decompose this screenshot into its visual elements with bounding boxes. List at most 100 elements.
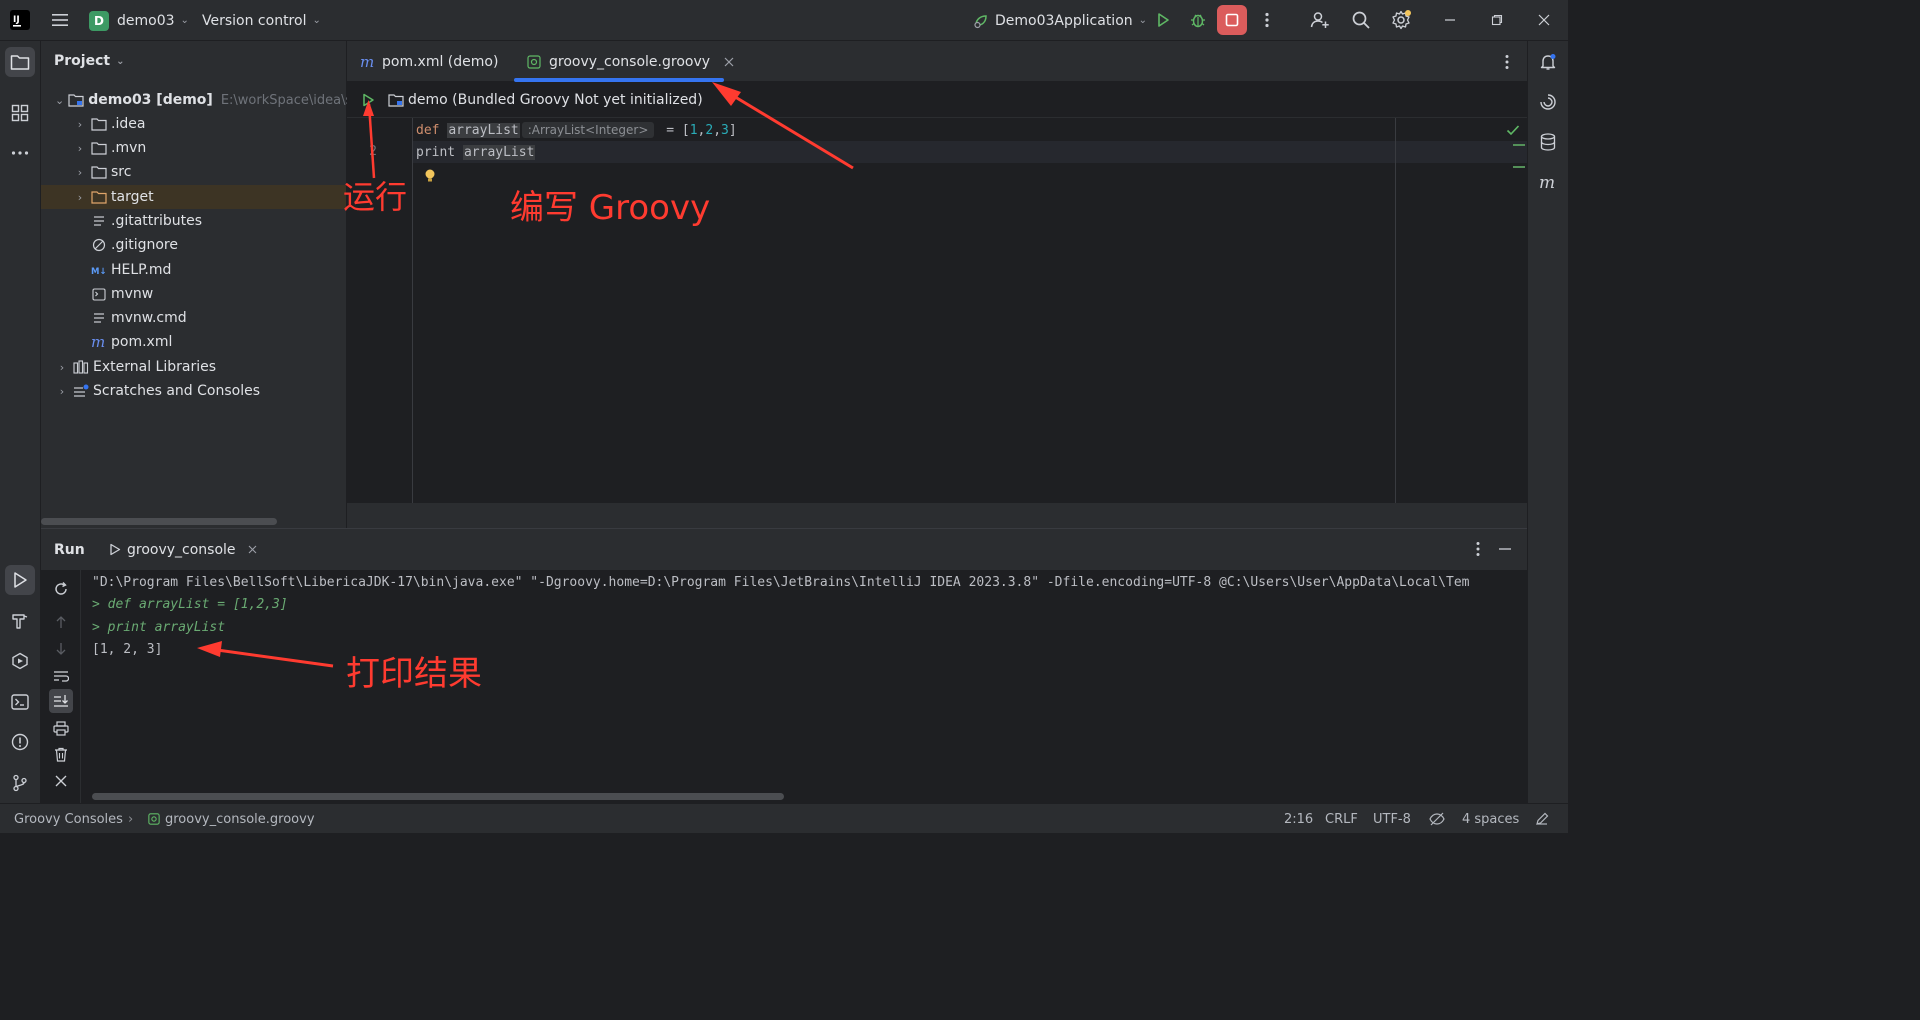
module-selector[interactable]: demo (Bundled Groovy Not yet initialized… (388, 82, 703, 118)
run-config-name: Demo03Application (995, 12, 1133, 29)
settings-gear-icon[interactable] (1387, 6, 1415, 34)
version-control-menu[interactable]: Version control ⌄ (202, 0, 321, 41)
tree-item-label: .gitattributes (111, 213, 203, 229)
run-panel-more-icon[interactable] (1464, 535, 1492, 563)
run-script-button[interactable] (354, 86, 382, 114)
tree-item-gitattributes[interactable]: .gitattributes (41, 209, 346, 233)
chevron-right-icon[interactable]: › (55, 385, 69, 398)
scroll-up-icon[interactable] (49, 610, 73, 634)
read-only-toggle-icon[interactable] (1535, 804, 1549, 834)
more-actions-icon[interactable] (1253, 6, 1281, 34)
close-tab-icon[interactable] (724, 57, 734, 67)
operator: = [ (658, 122, 690, 138)
run-config-selector[interactable]: Demo03Application ⌄ (973, 0, 1147, 41)
tree-scratches-consoles[interactable]: › Scratches and Consoles (41, 379, 346, 403)
stop-button[interactable] (1217, 5, 1247, 35)
project-panel-title: Project (54, 53, 111, 69)
intellij-logo-icon[interactable]: IJ (6, 6, 34, 34)
rerun-icon[interactable] (49, 577, 73, 601)
structure-tool-icon[interactable] (5, 98, 35, 128)
project-tool-icon[interactable] (5, 47, 35, 77)
print-icon[interactable] (49, 716, 73, 740)
number-literal: 1 (689, 122, 698, 138)
add-user-icon[interactable] (1306, 6, 1334, 34)
file-encoding[interactable]: UTF-8 (1373, 804, 1411, 834)
run-button[interactable] (1149, 6, 1177, 34)
inspection-off-icon[interactable] (1429, 804, 1445, 834)
caret-position[interactable]: 2:16 (1284, 804, 1313, 834)
hide-panel-icon[interactable] (1491, 535, 1519, 563)
tree-item-idea[interactable]: › .idea (41, 112, 346, 136)
run-tab-groovy-console[interactable]: groovy_console (109, 529, 257, 570)
svg-text:m: m (91, 335, 105, 349)
comma: , (697, 122, 706, 138)
notifications-bell-icon[interactable] (1533, 47, 1563, 77)
soft-wrap-icon[interactable] (49, 664, 73, 688)
console-horizontal-scrollbar[interactable] (92, 793, 784, 800)
close-console-icon[interactable] (49, 769, 73, 793)
no-problems-check-icon[interactable] (1506, 124, 1520, 136)
tree-item-help-md[interactable]: M↓ HELP.md (41, 258, 346, 282)
chevron-right-icon[interactable]: › (73, 191, 87, 204)
close-window-icon[interactable] (1530, 6, 1558, 34)
folder-icon (91, 164, 107, 180)
tree-item-mvnw[interactable]: mvnw (41, 282, 346, 306)
clear-trash-icon[interactable] (49, 742, 73, 766)
tree-item-mvnw-cmd[interactable]: mvnw.cmd (41, 306, 346, 330)
tree-external-libraries[interactable]: › External Libraries (41, 355, 346, 379)
chevron-down-icon: ⌄ (180, 15, 189, 26)
keyword: print (416, 144, 463, 160)
project-view-selector[interactable]: Project ⌄ (54, 53, 124, 69)
services-icon[interactable] (5, 646, 35, 676)
build-hammer-icon[interactable] (5, 606, 35, 636)
groovy-file-icon (148, 813, 160, 825)
restore-icon[interactable] (1483, 6, 1511, 34)
module-folder-icon (68, 92, 84, 108)
chevron-right-icon[interactable]: › (73, 166, 87, 179)
project-switcher[interactable]: D demo03 ⌄ (89, 0, 189, 41)
code-line-1[interactable]: def arrayList :ArrayList<Integer> = [ 1 … (416, 119, 737, 141)
scroll-to-end-icon[interactable] (49, 689, 73, 713)
tree-item-gitignore[interactable]: .gitignore (41, 233, 346, 257)
problems-icon[interactable] (5, 727, 35, 757)
minimize-icon[interactable] (1436, 6, 1464, 34)
run-tool-icon[interactable] (5, 565, 35, 595)
close-tab-icon[interactable] (248, 545, 257, 554)
title-bar: IJ D demo03 ⌄ Version control ⌄ Demo03Ap… (0, 0, 1568, 41)
line-separator[interactable]: CRLF (1325, 804, 1358, 834)
project-horizontal-scrollbar[interactable] (41, 518, 277, 525)
chevron-right-icon[interactable]: › (73, 142, 87, 155)
tree-root-demo03[interactable]: ⌄ demo03 [demo] E:\workSpace\idea\stu (41, 88, 366, 112)
search-icon[interactable] (1347, 6, 1375, 34)
more-tools-icon[interactable] (5, 138, 35, 168)
ai-assistant-icon[interactable] (1533, 87, 1563, 117)
intention-bulb-icon[interactable] (423, 168, 437, 184)
code-editor[interactable] (347, 118, 1527, 503)
tree-item-label: pom.xml (111, 334, 173, 350)
chevron-right-icon[interactable]: › (73, 118, 87, 131)
tree-item-src[interactable]: › src (41, 160, 346, 184)
code-line-2[interactable]: print arrayList (416, 141, 536, 163)
tree-item-label: .mvn (111, 140, 147, 156)
tab-pom-xml[interactable]: m pom.xml (demo) (360, 41, 498, 82)
change-marker (1513, 166, 1525, 168)
debug-button[interactable] (1184, 6, 1212, 34)
terminal-icon[interactable] (5, 687, 35, 717)
breadcrumb-file[interactable]: groovy_console.groovy (148, 804, 315, 834)
chevron-expanded-icon[interactable]: ⌄ (55, 94, 64, 107)
tree-item-mvn[interactable]: › .mvn (41, 136, 346, 160)
maven-icon[interactable]: m (1533, 167, 1563, 197)
scroll-down-icon[interactable] (49, 637, 73, 661)
chevron-right-icon[interactable]: › (55, 361, 69, 374)
git-branch-icon[interactable] (5, 768, 35, 798)
editor-tabs-more-icon[interactable] (1493, 48, 1521, 76)
database-icon[interactable] (1533, 127, 1563, 157)
main-menu-icon[interactable] (46, 6, 74, 34)
indent-setting[interactable]: 4 spaces (1462, 804, 1519, 834)
tree-item-pom-xml[interactable]: m pom.xml (41, 330, 346, 354)
breadcrumb-root[interactable]: Groovy Consoles (14, 804, 123, 834)
tree-item-label: .idea (111, 116, 146, 132)
editor-tab-bar: m pom.xml (demo) groovy_console.groovy (347, 41, 1527, 82)
tab-groovy-console[interactable]: groovy_console.groovy (527, 41, 734, 82)
tree-item-target[interactable]: › target (41, 185, 346, 209)
